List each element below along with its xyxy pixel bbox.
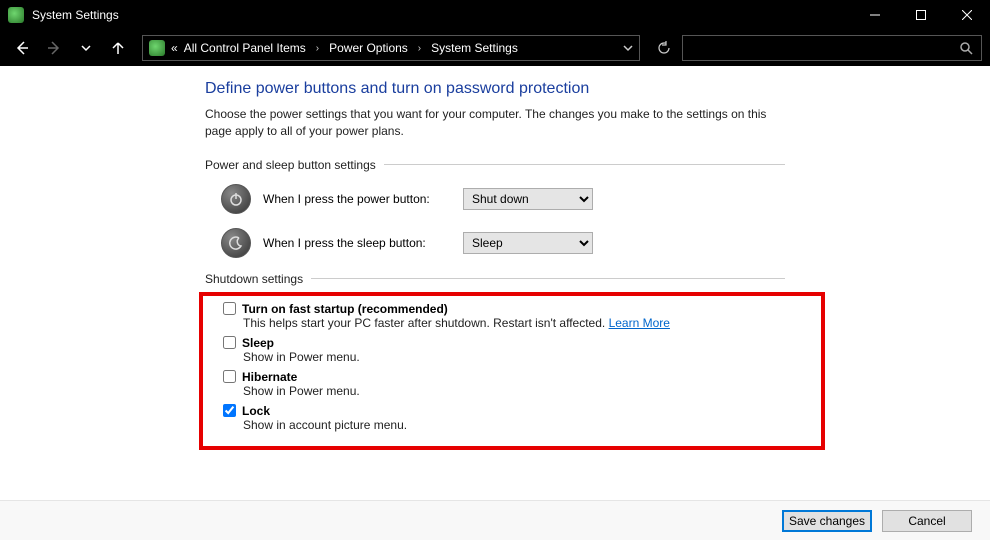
- section-shutdown-settings: Shutdown settings: [205, 272, 785, 286]
- fast-startup-checkbox[interactable]: [223, 302, 236, 315]
- hibernate-desc: Show in Power menu.: [243, 384, 813, 398]
- page-title: Define power buttons and turn on passwor…: [205, 80, 785, 98]
- sleep-desc: Show in Power menu.: [243, 350, 813, 364]
- breadcrumb-item[interactable]: Power Options: [329, 41, 408, 55]
- recent-dropdown[interactable]: [72, 34, 100, 62]
- forward-button[interactable]: [40, 34, 68, 62]
- sleep-button-label: When I press the sleep button:: [263, 236, 463, 250]
- hibernate-checkbox[interactable]: [223, 370, 236, 383]
- chevron-right-icon: ›: [418, 43, 421, 54]
- page-description: Choose the power settings that you want …: [205, 106, 785, 140]
- sleep-icon: [221, 228, 251, 258]
- sleep-row: Sleep Show in Power menu.: [223, 336, 813, 364]
- power-button-select[interactable]: Shut down: [463, 188, 593, 210]
- content-area: Define power buttons and turn on passwor…: [0, 66, 990, 500]
- back-button[interactable]: [8, 34, 36, 62]
- window-title: System Settings: [32, 8, 119, 22]
- back-arrow-icon: [14, 40, 30, 56]
- cancel-button[interactable]: Cancel: [882, 510, 972, 532]
- refresh-icon: [657, 41, 671, 55]
- fast-startup-desc: This helps start your PC faster after sh…: [243, 316, 605, 330]
- fast-startup-row: Turn on fast startup (recommended) This …: [223, 302, 813, 330]
- breadcrumb-item[interactable]: All Control Panel Items: [184, 41, 306, 55]
- lock-row: Lock Show in account picture menu.: [223, 404, 813, 432]
- sleep-button-select[interactable]: Sleep: [463, 232, 593, 254]
- maximize-button[interactable]: [898, 0, 944, 30]
- close-button[interactable]: [944, 0, 990, 30]
- section-button-settings: Power and sleep button settings: [205, 158, 785, 172]
- chevron-down-icon: [81, 43, 91, 53]
- sleep-button-row: When I press the sleep button: Sleep: [221, 228, 785, 258]
- power-icon: [221, 184, 251, 214]
- power-button-label: When I press the power button:: [263, 192, 463, 206]
- close-icon: [962, 10, 972, 20]
- divider: [384, 164, 785, 165]
- minimize-icon: [870, 10, 880, 20]
- refresh-button[interactable]: [650, 34, 678, 62]
- breadcrumb-prefix: «: [171, 41, 178, 55]
- navbar: « All Control Panel Items › Power Option…: [0, 30, 990, 66]
- up-button[interactable]: [104, 34, 132, 62]
- sleep-label: Sleep: [242, 336, 274, 350]
- app-icon: [8, 7, 24, 23]
- fast-startup-label: Turn on fast startup (recommended): [242, 302, 448, 316]
- sleep-checkbox[interactable]: [223, 336, 236, 349]
- power-button-row: When I press the power button: Shut down: [221, 184, 785, 214]
- search-icon: [959, 41, 973, 55]
- minimize-button[interactable]: [852, 0, 898, 30]
- save-changes-button[interactable]: Save changes: [782, 510, 872, 532]
- chevron-down-icon[interactable]: [623, 43, 633, 53]
- up-arrow-icon: [111, 41, 125, 55]
- breadcrumb-item[interactable]: System Settings: [431, 41, 518, 55]
- lock-checkbox[interactable]: [223, 404, 236, 417]
- footer: Save changes Cancel: [0, 500, 990, 540]
- maximize-icon: [916, 10, 926, 20]
- address-bar[interactable]: « All Control Panel Items › Power Option…: [142, 35, 640, 61]
- control-panel-icon: [149, 40, 165, 56]
- learn-more-link[interactable]: Learn More: [609, 316, 670, 330]
- titlebar: System Settings: [0, 0, 990, 30]
- forward-arrow-icon: [46, 40, 62, 56]
- lock-desc: Show in account picture menu.: [243, 418, 813, 432]
- lock-label: Lock: [242, 404, 270, 418]
- search-input[interactable]: [682, 35, 982, 61]
- chevron-right-icon: ›: [316, 43, 319, 54]
- highlighted-region: Turn on fast startup (recommended) This …: [199, 292, 825, 450]
- divider: [311, 278, 785, 279]
- hibernate-label: Hibernate: [242, 370, 297, 384]
- hibernate-row: Hibernate Show in Power menu.: [223, 370, 813, 398]
